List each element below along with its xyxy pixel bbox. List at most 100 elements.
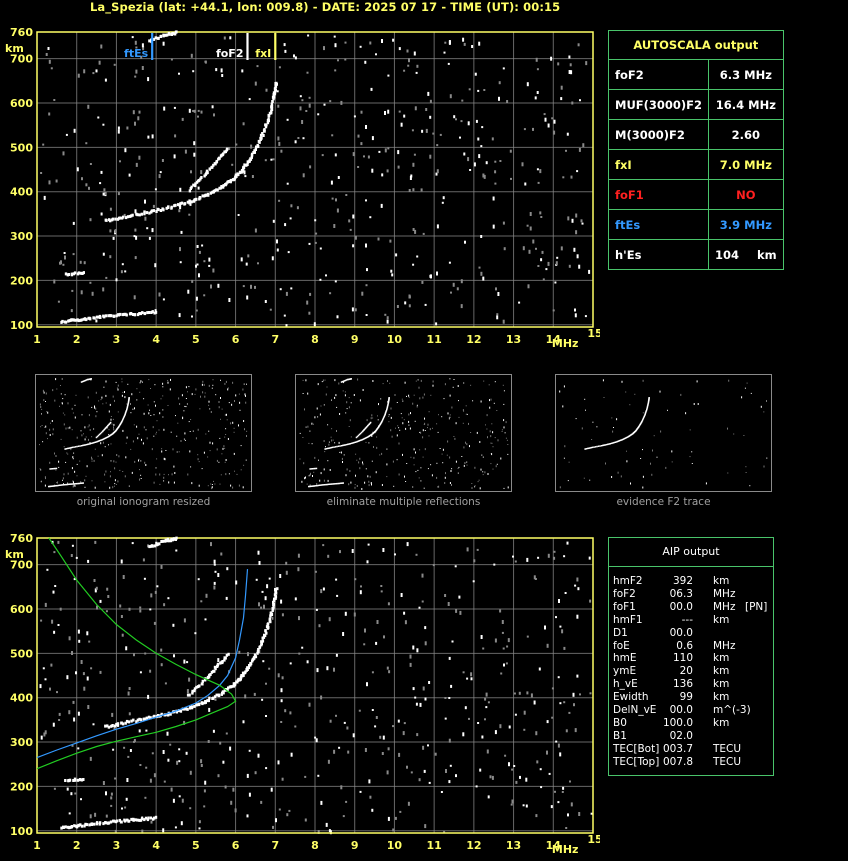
noise-dot — [265, 715, 267, 717]
noise-dot — [333, 749, 336, 754]
thumb-noise — [101, 454, 103, 457]
thumb-noise — [438, 414, 439, 416]
noise-dot — [392, 828, 395, 832]
thumb-noise — [143, 412, 145, 415]
thumb-noise — [766, 457, 768, 459]
noise-dot — [329, 100, 332, 103]
thumb-noise — [436, 462, 438, 464]
echo-point — [107, 725, 111, 729]
noise-dot — [473, 559, 476, 563]
thumb-noise — [233, 452, 235, 455]
thumb-noise — [139, 382, 141, 384]
thumb-noise — [642, 475, 644, 478]
autoscala-row: foF2 6.3 MHz — [607, 59, 784, 90]
noise-dot — [178, 760, 181, 763]
thumb-noise — [367, 475, 369, 478]
thumb-noise — [95, 415, 97, 418]
noise-dot — [231, 163, 234, 166]
noise-dot — [314, 241, 317, 244]
aip-extra: [PN] — [745, 600, 768, 613]
thumb-noise — [331, 428, 333, 430]
noise-dot — [334, 69, 337, 72]
noise-dot — [246, 814, 249, 818]
thumb-noise — [441, 416, 443, 418]
thumb-noise — [103, 386, 105, 388]
noise-dot — [62, 151, 65, 156]
echo-point — [149, 816, 153, 820]
noise-dot — [387, 816, 390, 821]
noise-dot — [299, 106, 302, 111]
thumb-noise — [356, 485, 358, 487]
noise-dot — [48, 59, 51, 64]
noise-dot — [546, 750, 548, 755]
noise-dot — [414, 106, 417, 111]
thumb-trace-point — [60, 484, 62, 486]
noise-dot — [131, 36, 134, 39]
noise-dot — [210, 542, 212, 547]
noise-dot — [432, 564, 435, 567]
echo-point — [162, 208, 165, 212]
noise-dot — [574, 728, 577, 733]
thumb-noise — [338, 441, 340, 444]
noise-dot — [270, 158, 273, 161]
noise-dot — [388, 670, 391, 674]
noise-dot — [280, 149, 283, 153]
noise-dot — [337, 176, 340, 179]
noise-dot — [92, 723, 95, 726]
thumb-noise — [190, 466, 192, 468]
thumb-noise — [311, 422, 313, 425]
noise-dot — [422, 686, 425, 691]
echo-point — [167, 205, 170, 209]
noise-dot — [141, 66, 144, 70]
noise-dot — [43, 195, 46, 200]
thumb-noise — [419, 431, 421, 433]
thumb-noise — [492, 468, 494, 470]
thumb-trace-point — [311, 468, 314, 470]
thumb-noise — [220, 474, 222, 476]
noise-dot — [359, 45, 362, 48]
noise-dot — [547, 553, 550, 558]
thumb-noise — [370, 417, 372, 420]
noise-dot — [575, 230, 578, 235]
noise-dot — [501, 620, 504, 624]
noise-dot — [471, 45, 474, 48]
x-tick-label: 9 — [351, 333, 359, 346]
x-tick-label: 12 — [466, 333, 481, 346]
noise-dot — [107, 595, 110, 598]
noise-dot — [421, 129, 424, 133]
thumb-noise — [371, 414, 373, 417]
thumb-noise — [173, 465, 175, 468]
noise-dot — [304, 775, 307, 778]
noise-dot — [299, 95, 302, 98]
noise-dot — [406, 542, 409, 547]
noise-dot — [494, 730, 497, 735]
thumb-noise — [198, 484, 200, 487]
thumb-noise — [224, 382, 226, 385]
noise-dot — [254, 771, 257, 775]
noise-dot — [353, 612, 356, 617]
noise-dot — [326, 666, 329, 671]
thumb-noise — [625, 391, 627, 393]
noise-dot — [567, 216, 570, 221]
noise-dot — [213, 563, 216, 566]
noise-dot — [371, 168, 374, 173]
thumb-noise — [348, 397, 350, 399]
noise-dot — [530, 693, 533, 698]
thumb-noise — [422, 396, 424, 399]
noise-dot — [365, 125, 367, 129]
noise-dot — [570, 175, 573, 179]
noise-dot — [448, 780, 451, 784]
thumb-trace-point — [325, 483, 327, 486]
noise-dot — [340, 785, 343, 790]
aip-unit: km — [713, 652, 730, 665]
noise-dot — [278, 808, 281, 811]
autoscala-value-text: 7.0 MHz — [719, 157, 772, 172]
thumb-noise — [415, 380, 417, 382]
thumb-noise — [660, 430, 662, 433]
noise-dot — [571, 218, 574, 223]
thumb-noise — [244, 428, 245, 431]
noise-dot — [169, 743, 172, 746]
thumb-noise — [309, 430, 311, 432]
noise-dot — [584, 315, 587, 318]
echo-point — [204, 194, 207, 197]
